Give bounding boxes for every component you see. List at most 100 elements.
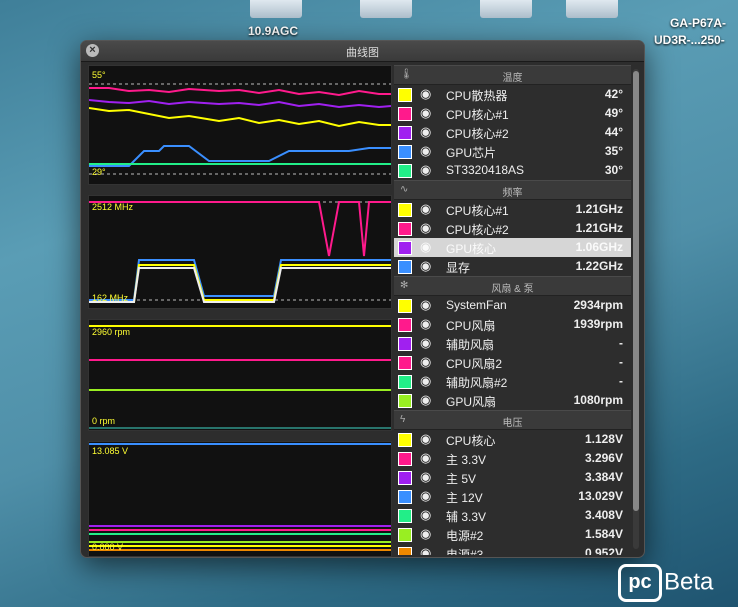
sensor-name: 显存 xyxy=(446,261,471,275)
color-swatch[interactable] xyxy=(398,164,412,178)
color-swatch[interactable] xyxy=(398,547,412,555)
eye-icon[interactable]: ◉ xyxy=(420,507,431,523)
sensor-row[interactable]: ◉ 主 3.3V 3.296V xyxy=(394,449,631,468)
sensor-row[interactable]: ◉ 电源#2 1.584V xyxy=(394,525,631,544)
sensor-row[interactable]: ◉ ST3320418AS 30° xyxy=(394,161,631,180)
color-swatch[interactable] xyxy=(398,126,412,140)
eye-icon[interactable]: ◉ xyxy=(420,469,431,485)
eye-icon[interactable]: ◉ xyxy=(420,526,431,542)
color-swatch[interactable] xyxy=(398,528,412,542)
eye-icon[interactable]: ◉ xyxy=(420,105,431,121)
eye-icon[interactable]: ◉ xyxy=(420,450,431,466)
sensor-value: 3.408V xyxy=(584,508,623,522)
color-swatch[interactable] xyxy=(398,490,412,504)
eye-icon[interactable]: ◉ xyxy=(420,373,431,389)
desktop-icon-label[interactable]: 10.9AGC xyxy=(248,24,298,38)
sensor-list[interactable]: 🌡 温度 ◉ CPU散热器 42° ◉ CPU核心#1 49° ◉ CPU核心#2 44° ◉ GPU芯… xyxy=(394,65,631,555)
eye-icon[interactable]: ◉ xyxy=(420,392,431,408)
color-swatch[interactable] xyxy=(398,337,412,351)
sensor-row[interactable]: ◉ CPU核心#2 44° xyxy=(394,123,631,142)
eye-icon[interactable]: ◉ xyxy=(420,354,431,370)
sensor-row[interactable]: ◉ CPU核心 1.128V xyxy=(394,430,631,449)
sensor-row[interactable]: ◉ CPU核心#2 1.21GHz xyxy=(394,219,631,238)
sensor-row[interactable]: ◉ SystemFan 2934rpm xyxy=(394,296,631,315)
color-swatch[interactable] xyxy=(398,433,412,447)
sensor-row[interactable]: ◉ GPU风扇 1080rpm xyxy=(394,391,631,410)
sensor-value: 1080rpm xyxy=(573,393,623,407)
eye-icon[interactable]: ◉ xyxy=(420,220,431,236)
drive-icon[interactable] xyxy=(250,0,302,18)
sensor-row[interactable]: ◉ CPU核心#1 1.21GHz xyxy=(394,200,631,219)
color-swatch[interactable] xyxy=(398,145,412,159)
eye-icon[interactable]: ◉ xyxy=(420,335,431,351)
color-swatch[interactable] xyxy=(398,471,412,485)
sensor-name: 电源#2 xyxy=(446,529,484,543)
scrollbar-thumb[interactable] xyxy=(633,71,639,511)
sensor-row[interactable]: ◉ CPU风扇 1939rpm xyxy=(394,315,631,334)
color-swatch[interactable] xyxy=(398,356,412,370)
sensor-name: CPU风扇2 xyxy=(446,357,503,371)
eye-icon[interactable]: ◉ xyxy=(420,545,431,555)
color-swatch[interactable] xyxy=(398,88,412,102)
title-bar[interactable]: × 曲线图 xyxy=(81,41,644,62)
eye-icon[interactable]: ◉ xyxy=(420,431,431,447)
eye-icon[interactable]: ◉ xyxy=(420,297,431,313)
color-swatch[interactable] xyxy=(398,260,412,274)
color-swatch[interactable] xyxy=(398,452,412,466)
section-title: 风扇 & 泵 xyxy=(491,284,534,295)
eye-icon[interactable]: ◉ xyxy=(420,316,431,332)
sensor-name: CPU风扇 xyxy=(446,319,496,333)
sensor-row[interactable]: ◉ 显存 1.22GHz xyxy=(394,257,631,276)
section-header: 🌡 温度 xyxy=(394,65,631,85)
color-swatch[interactable] xyxy=(398,509,412,523)
sensor-value: 13.029V xyxy=(578,489,623,503)
sensor-value: 30° xyxy=(604,163,623,177)
sensor-value: - xyxy=(619,374,623,388)
sensor-row[interactable]: ◉ 主 12V 13.029V xyxy=(394,487,631,506)
sensor-name: 辅助风扇 xyxy=(446,338,495,352)
desktop-icon-label[interactable]: UD3R-...250- xyxy=(654,33,725,47)
eye-icon[interactable]: ◉ xyxy=(420,488,431,504)
voltage-graph-canvas xyxy=(89,443,391,551)
drive-icon[interactable] xyxy=(360,0,412,18)
sensor-value: 42° xyxy=(604,87,623,101)
scrollbar[interactable] xyxy=(633,69,639,549)
color-swatch[interactable] xyxy=(398,107,412,121)
drive-icon[interactable] xyxy=(480,0,532,18)
sensor-row[interactable]: ◉ CPU风扇2 - xyxy=(394,353,631,372)
color-swatch[interactable] xyxy=(398,375,412,389)
color-swatch[interactable] xyxy=(398,203,412,217)
desktop-icon-label[interactable]: GA-P67A- xyxy=(670,16,726,30)
sensor-name: SystemFan xyxy=(446,298,507,312)
sensor-row[interactable]: ◉ GPU芯片 35° xyxy=(394,142,631,161)
sensor-row[interactable]: ◉ 辅助风扇#2 - xyxy=(394,372,631,391)
color-swatch[interactable] xyxy=(398,222,412,236)
fan-graph: 2960 rpm 0 rpm xyxy=(88,319,392,431)
eye-icon[interactable]: ◉ xyxy=(420,162,431,178)
sensor-value: 3.296V xyxy=(584,451,623,465)
sensor-value: 1.128V xyxy=(584,432,623,446)
sensor-row[interactable]: ◉ 电源#3 0.952V xyxy=(394,544,631,555)
fan-max-label: 2960 rpm xyxy=(92,327,131,337)
eye-icon[interactable]: ◉ xyxy=(420,258,431,274)
eye-icon[interactable]: ◉ xyxy=(420,124,431,140)
sensor-row[interactable]: ◉ 辅助风扇 - xyxy=(394,334,631,353)
sensor-row[interactable]: ◉ 主 5V 3.384V xyxy=(394,468,631,487)
temperature-graph-canvas xyxy=(89,83,391,175)
color-swatch[interactable] xyxy=(398,394,412,408)
eye-icon[interactable]: ◉ xyxy=(420,86,431,102)
eye-icon[interactable]: ◉ xyxy=(420,143,431,159)
eye-icon[interactable]: ◉ xyxy=(420,239,431,255)
sensor-row[interactable]: ◉ CPU核心#1 49° xyxy=(394,104,631,123)
sensor-name: CPU散热器 xyxy=(446,89,508,103)
sensor-row[interactable]: ◉ GPU核心 1.06GHz xyxy=(394,238,631,257)
eye-icon[interactable]: ◉ xyxy=(420,201,431,217)
sensor-row[interactable]: ◉ CPU散热器 42° xyxy=(394,85,631,104)
color-swatch[interactable] xyxy=(398,241,412,255)
sensor-row[interactable]: ◉ 辅 3.3V 3.408V xyxy=(394,506,631,525)
drive-icon[interactable] xyxy=(566,0,618,18)
pcbeta-text: Beta xyxy=(664,568,714,596)
temp-max-label: 55° xyxy=(92,70,106,80)
color-swatch[interactable] xyxy=(398,299,412,313)
color-swatch[interactable] xyxy=(398,318,412,332)
